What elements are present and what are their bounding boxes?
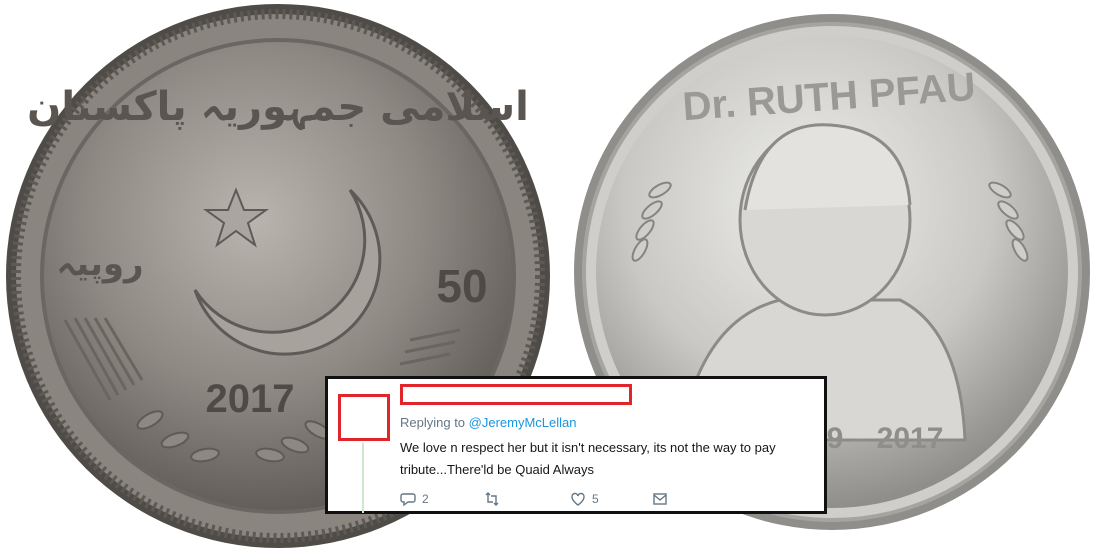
thread-line [362,443,364,513]
dm-button[interactable] [652,491,668,507]
replying-prefix: Replying to [400,415,469,430]
left-coin-urdu-currency: روپیہ [56,244,143,284]
tweet-card: Replying to @JeremyMcLellan We love n re… [325,376,827,514]
like-button[interactable]: 5 [570,491,599,507]
redacted-avatar [338,394,390,441]
reply-button[interactable]: 2 [400,491,429,507]
replying-handle-link[interactable]: @JeremyMcLellan [469,415,577,430]
tweet-body: We love n respect her but it isn't neces… [400,440,776,477]
reply-icon [400,493,416,507]
retweet-icon [485,492,499,506]
left-coin-year: 2017 [206,377,295,421]
dm-icon [653,493,667,505]
reply-count: 2 [422,492,429,506]
like-count: 5 [592,492,599,506]
like-icon [571,492,585,506]
left-coin-urdu-inscription: اسلامی جمہوریہ پاکستان [27,84,529,131]
left-coin-denomination: 50 [436,260,487,312]
retweet-button[interactable] [484,491,500,507]
replying-to: Replying to @JeremyMcLellan [400,415,577,430]
redacted-username [400,384,632,405]
